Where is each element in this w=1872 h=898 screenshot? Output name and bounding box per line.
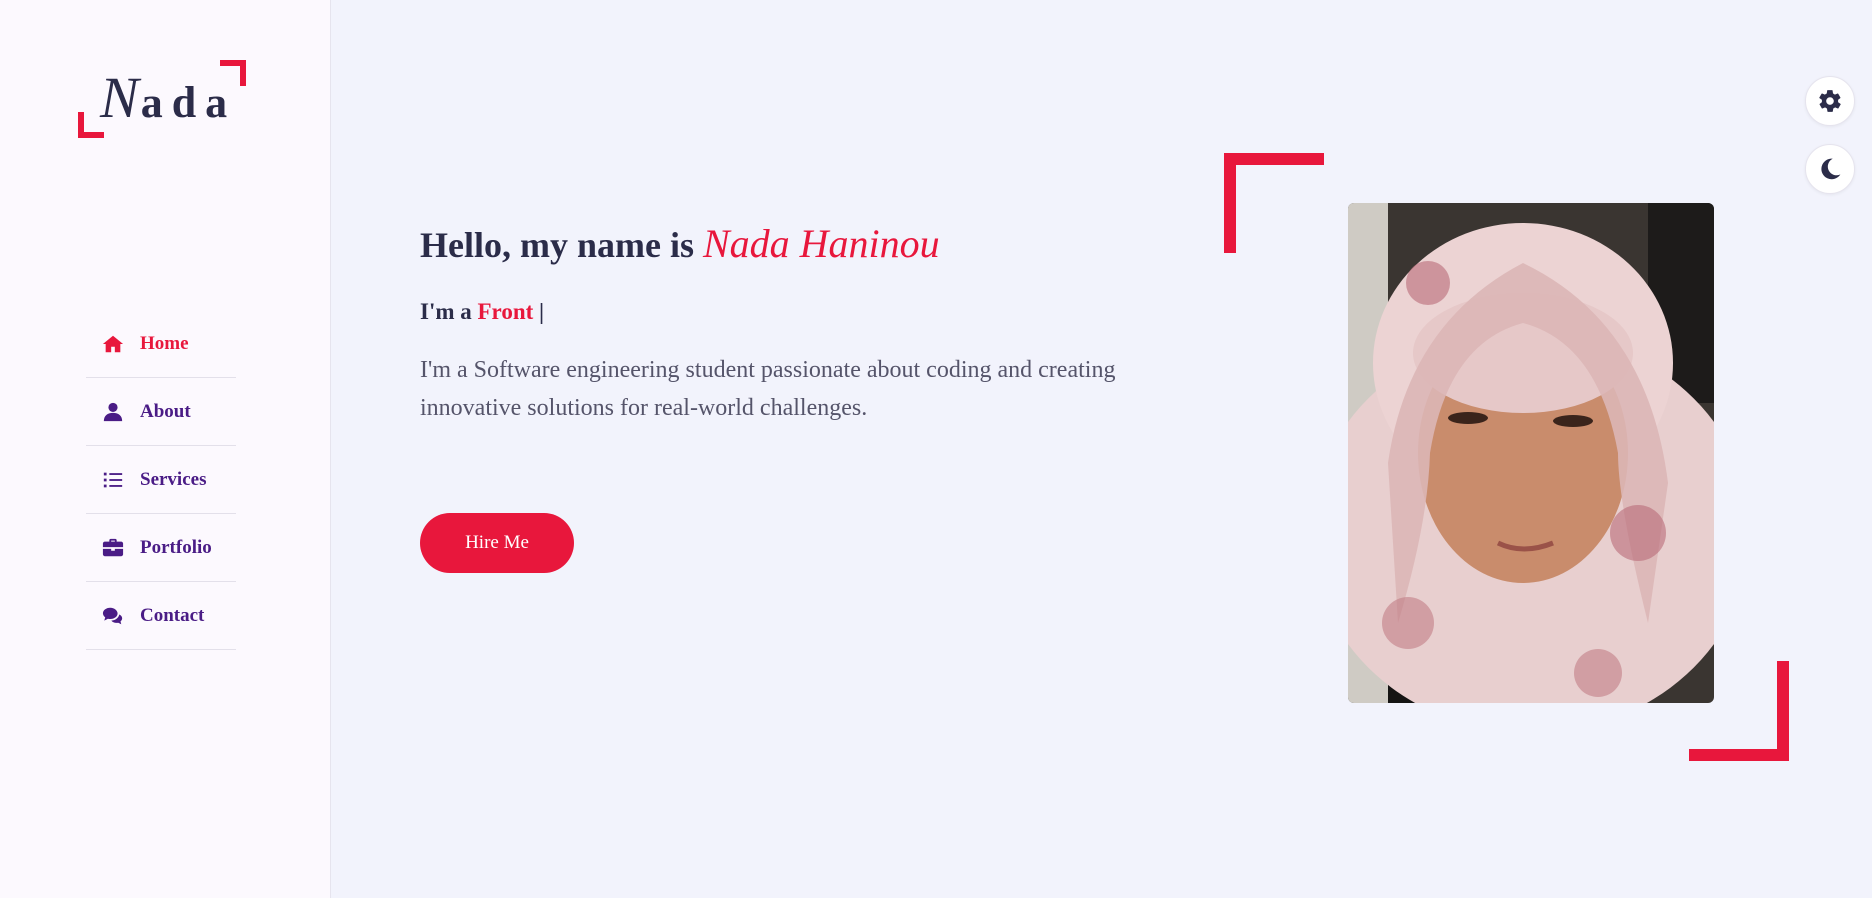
- moon-icon: [1821, 158, 1841, 180]
- sidebar: Nada Home About Services Portfolio Conta…: [0, 0, 331, 898]
- typed-text: I'm a Front |: [420, 299, 1200, 325]
- nav-item-portfolio[interactable]: Portfolio: [86, 514, 236, 582]
- nav-item-label: Portfolio: [140, 536, 212, 558]
- hire-me-button[interactable]: Hire Me: [420, 513, 574, 573]
- comments-icon: [102, 605, 124, 627]
- typed-role: Front: [477, 299, 534, 324]
- list-icon: [102, 469, 124, 491]
- nav-item-label: Contact: [140, 604, 205, 626]
- logo-first-letter: N: [100, 65, 141, 130]
- user-icon: [102, 401, 124, 423]
- hero-heading: Hello, my name is Nada Haninou: [420, 220, 1200, 267]
- hero-greeting: Hello, my name is: [420, 225, 694, 265]
- logo[interactable]: Nada: [78, 60, 246, 138]
- photo-frame-top-left: [1224, 153, 1324, 253]
- nav-item-services[interactable]: Services: [86, 446, 236, 514]
- profile-photo: [1348, 203, 1714, 703]
- logo-text: Nada: [100, 64, 236, 131]
- nav-item-home[interactable]: Home: [86, 310, 236, 378]
- hero-section: Hello, my name is Nada Haninou I'm a Fro…: [420, 220, 1200, 427]
- nav-item-contact[interactable]: Contact: [86, 582, 236, 650]
- theme-toggle-button[interactable]: [1805, 144, 1855, 194]
- home-icon: [102, 333, 124, 355]
- nav-item-label: About: [140, 400, 191, 422]
- typed-cursor: |: [539, 299, 545, 324]
- typed-prefix: I'm a: [420, 299, 472, 324]
- settings-button[interactable]: [1805, 76, 1855, 126]
- briefcase-icon: [102, 537, 124, 559]
- nav-item-label: Home: [140, 332, 189, 354]
- hero-name: Nada Haninou: [702, 221, 940, 266]
- logo-rest: ada: [140, 78, 237, 127]
- hero-description: I'm a Software engineering student passi…: [420, 357, 1116, 421]
- nav-item-about[interactable]: About: [86, 378, 236, 446]
- main-nav: Home About Services Portfolio Contact: [86, 310, 236, 650]
- gear-icon: [1819, 90, 1841, 112]
- nav-item-label: Services: [140, 468, 207, 490]
